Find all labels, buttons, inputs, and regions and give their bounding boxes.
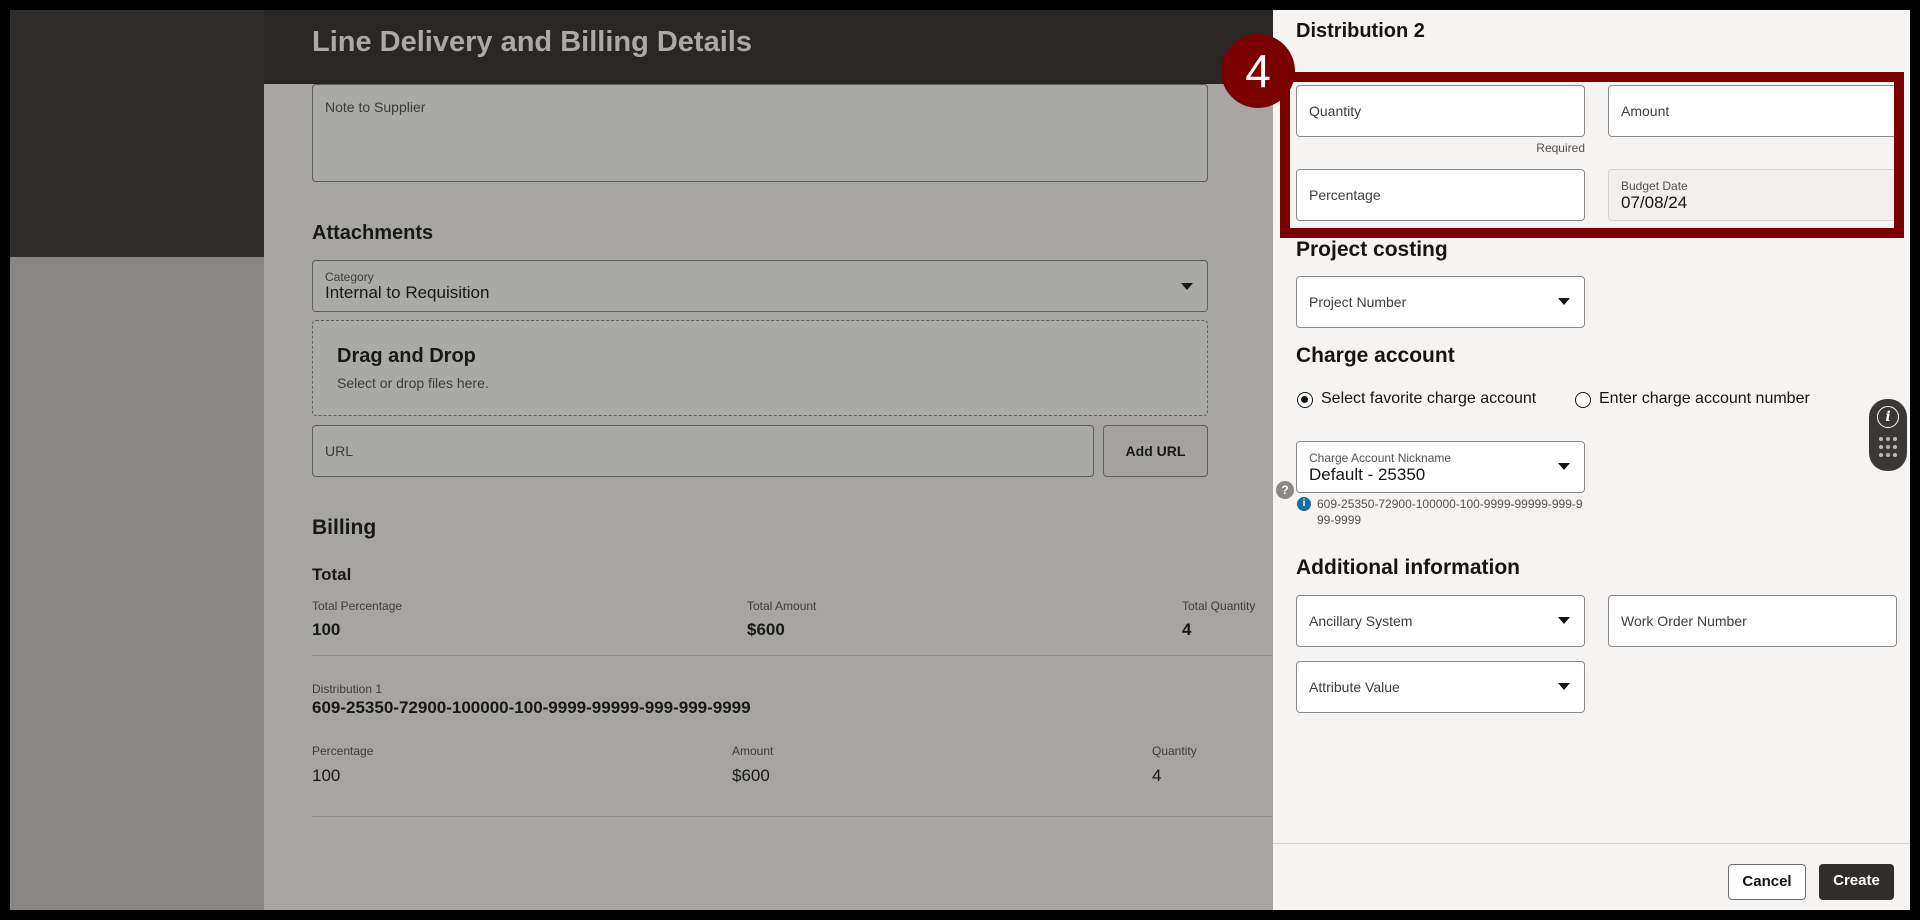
step-highlight-box — [1280, 72, 1904, 238]
radio-enter-label[interactable]: Enter charge account number — [1599, 390, 1810, 408]
grip-dots-icon[interactable] — [1879, 437, 1899, 461]
project-number-select[interactable]: Project Number — [1296, 276, 1585, 328]
chevron-down-icon — [1558, 298, 1570, 305]
radio-favorite-charge-account[interactable] — [1297, 392, 1313, 408]
info-widget-icon[interactable]: i — [1877, 406, 1899, 428]
radio-enter-charge-account[interactable] — [1575, 392, 1591, 408]
chevron-down-icon — [1558, 683, 1570, 690]
info-widget[interactable]: i — [1869, 399, 1907, 471]
charge-nickname-label: Charge Account Nickname — [1309, 451, 1452, 465]
project-costing-heading: Project costing — [1296, 238, 1448, 261]
charge-nickname-value: Default - 25350 — [1309, 465, 1426, 484]
attribute-value-placeholder: Attribute Value — [1309, 679, 1400, 695]
attribute-value-select[interactable]: Attribute Value — [1296, 661, 1585, 713]
additional-information-heading: Additional information — [1296, 556, 1520, 579]
charge-account-nickname-select[interactable]: Charge Account Nickname Default - 25350 — [1296, 441, 1585, 493]
ancillary-system-select[interactable]: Ancillary System — [1296, 595, 1585, 647]
step-number-badge: 4 — [1221, 34, 1295, 108]
info-icon: i — [1297, 497, 1311, 511]
drawer-footer-divider — [1273, 843, 1910, 844]
work-order-number-input[interactable]: Work Order Number — [1608, 595, 1897, 647]
cancel-button[interactable]: Cancel — [1728, 864, 1806, 900]
radio-favorite-label[interactable]: Select favorite charge account — [1321, 390, 1536, 408]
create-button[interactable]: Create — [1819, 864, 1894, 900]
work-order-placeholder: Work Order Number — [1621, 613, 1747, 629]
charge-account-detail: 609-25350-72900-100000-100-9999-99999-99… — [1317, 497, 1583, 527]
help-icon[interactable]: ? — [1276, 481, 1294, 499]
ancillary-system-placeholder: Ancillary System — [1309, 613, 1413, 629]
chevron-down-icon — [1558, 463, 1570, 470]
drawer-title: Distribution 2 — [1296, 20, 1425, 42]
chevron-down-icon — [1558, 617, 1570, 624]
charge-account-heading: Charge account — [1296, 344, 1455, 367]
project-number-placeholder: Project Number — [1309, 294, 1407, 310]
